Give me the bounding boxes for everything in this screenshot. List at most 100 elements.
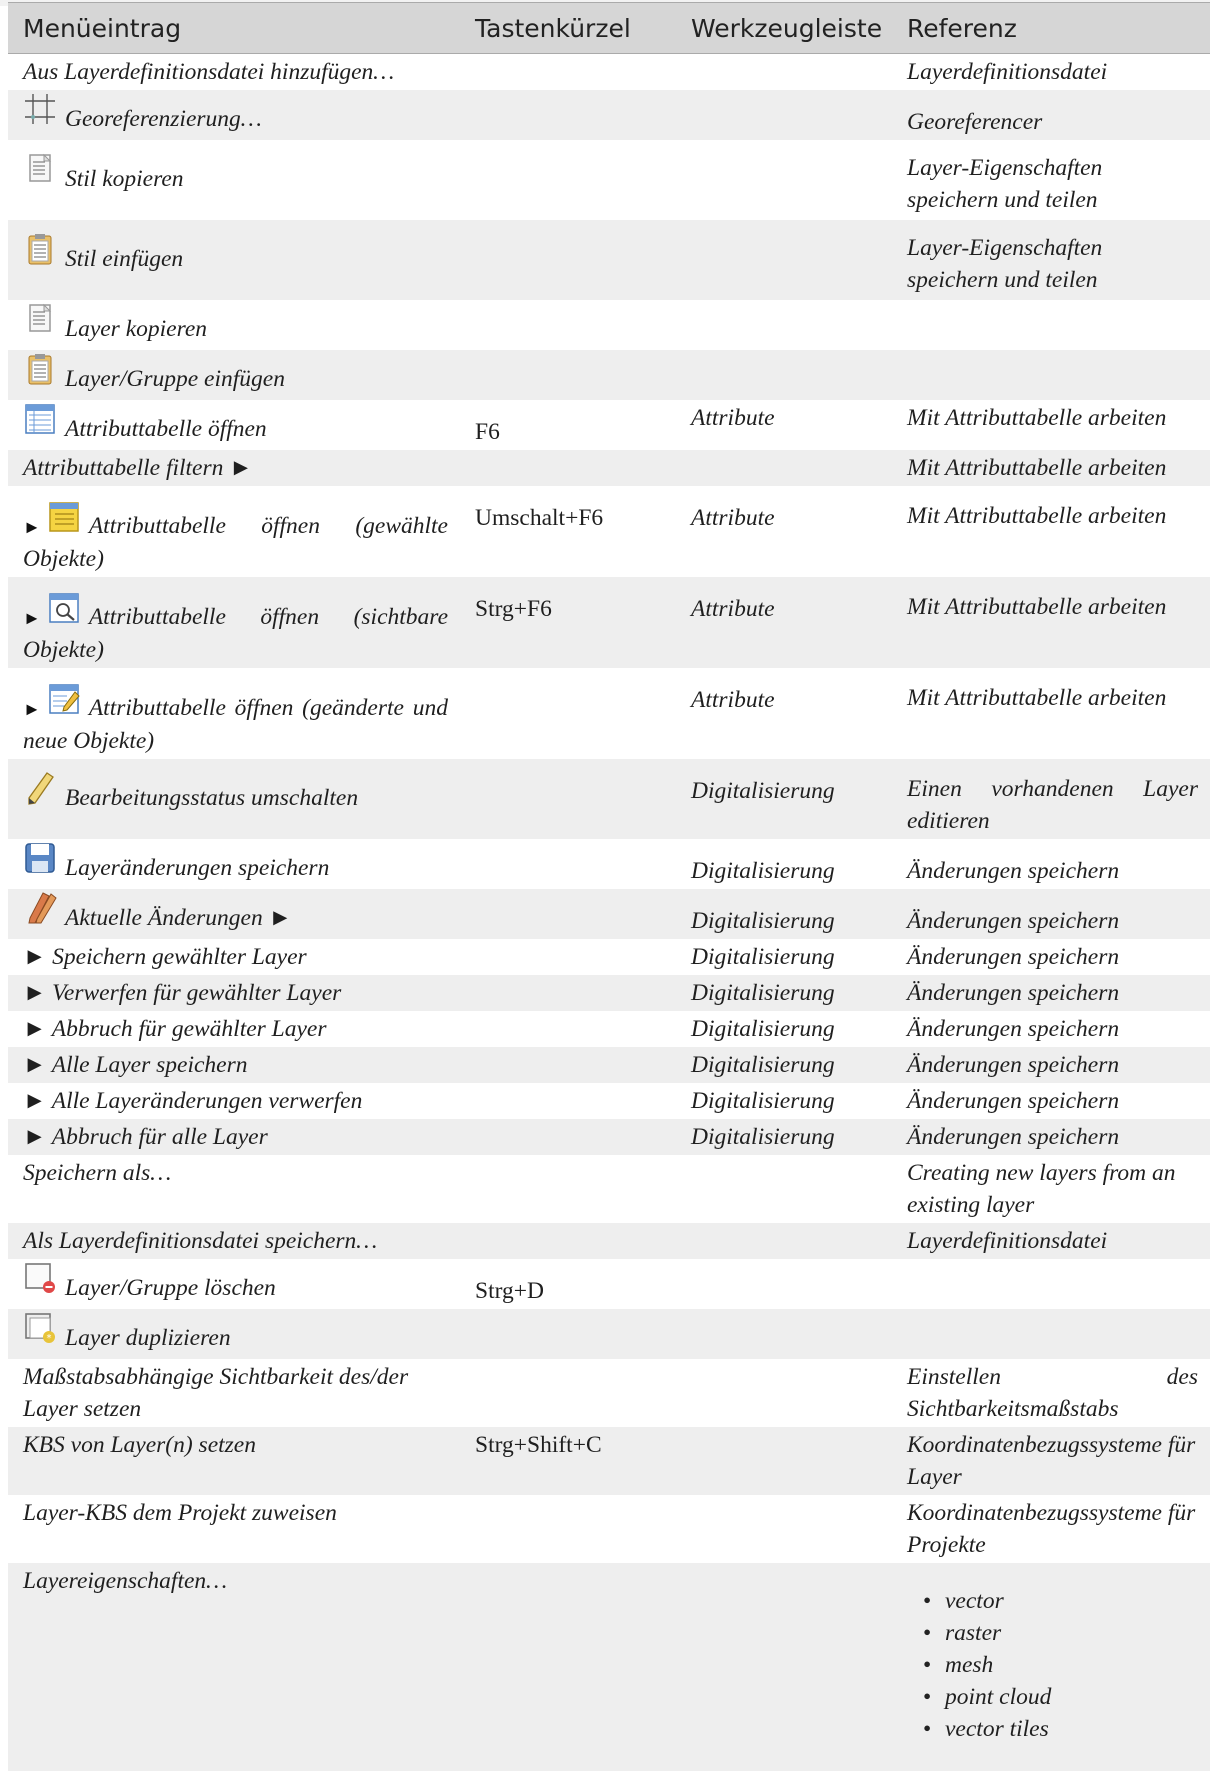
reference-link[interactable]: Mit Attributtabelle arbeiten xyxy=(907,455,1166,481)
menu-entry-label: ► Alle Layer speichern xyxy=(23,1052,248,1078)
reference-link[interactable]: Änderungen speichern xyxy=(907,1052,1119,1078)
reference-link[interactable]: Layerdefinitionsdatei xyxy=(907,59,1107,85)
reference-link[interactable]: vector xyxy=(923,1585,1198,1617)
cell-reference: Mit Attributtabelle arbeiten xyxy=(892,400,1210,450)
cell-menu-entry: Stil kopieren xyxy=(8,140,460,220)
cell-menu-entry: Stil einfügen xyxy=(8,220,460,300)
cell-toolbar: Digitalisierung xyxy=(676,975,892,1011)
reference-link[interactable]: Mit Attributtabelle arbeiten xyxy=(907,405,1166,431)
cell-toolbar xyxy=(676,1563,892,1771)
reference-link[interactable]: Koordinatenbezugssysteme für Projekte xyxy=(907,1500,1195,1558)
cell-shortcut xyxy=(460,839,676,889)
reference-link[interactable]: Änderungen speichern xyxy=(907,980,1119,1006)
cell-toolbar: Digitalisierung xyxy=(676,1011,892,1047)
reference-link[interactable]: Änderungen speichern xyxy=(907,1088,1119,1114)
reference-link[interactable]: Layer-Eigenschaften speichern und teilen xyxy=(907,235,1102,293)
cell-menu-entry: Layer kopieren xyxy=(8,300,460,350)
reference-link[interactable]: Koordinatenbezugssysteme für Layer xyxy=(907,1432,1195,1490)
cell-reference: Layerdefinitionsdatei xyxy=(892,53,1210,90)
cell-reference: Layer-Eigenschaften speichern und teilen xyxy=(892,140,1210,220)
cell-reference: Änderungen speichern xyxy=(892,1083,1210,1119)
cell-shortcut xyxy=(460,1359,676,1427)
cell-menu-entry: Layer/Gruppe löschen xyxy=(8,1259,460,1309)
header-menu-entry: Menüeintrag xyxy=(8,2,460,54)
cell-reference: Mit Attributtabelle arbeiten xyxy=(892,577,1210,668)
reference-link[interactable]: raster xyxy=(923,1617,1198,1649)
attribute-table-edited-icon xyxy=(47,682,81,725)
menu-entry-label: Layer-KBS dem Projekt zuweisen xyxy=(23,1500,337,1526)
cell-toolbar: Attribute xyxy=(676,577,892,668)
cell-toolbar xyxy=(676,140,892,220)
cell-menu-entry: ► Abbruch für alle Layer xyxy=(8,1119,460,1155)
cell-toolbar: Attribute xyxy=(676,486,892,577)
paste-style-icon xyxy=(23,232,57,275)
copy-layer-icon xyxy=(23,302,57,345)
document-page: Menüeintrag Tastenkürzel Werkzeugleiste … xyxy=(0,0,1210,1771)
cell-shortcut xyxy=(460,668,676,759)
reference-link[interactable]: Creating new layers from an existing lay… xyxy=(907,1160,1176,1218)
cell-menu-entry: ► Alle Layer speichern xyxy=(8,1047,460,1083)
menu-entry-label: Layereigenschaften… xyxy=(23,1568,228,1594)
table-row: ► Attributtabelle öffnen (sichtbare Objek… xyxy=(8,577,1210,668)
table-row: Attributtabelle filtern ► Mit Attributtab… xyxy=(8,450,1210,486)
reference-link[interactable]: Mit Attributtabelle arbeiten xyxy=(907,503,1166,529)
reference-link[interactable]: Layerdefinitionsdatei xyxy=(907,1228,1107,1254)
cell-shortcut xyxy=(460,1155,676,1223)
cell-toolbar xyxy=(676,1155,892,1223)
menu-entry-label: Layer kopieren xyxy=(65,316,208,342)
menu-entry-label: Layeränderungen speichern xyxy=(65,855,330,881)
cell-toolbar: Attribute xyxy=(676,400,892,450)
cell-menu-entry: Layereigenschaften… xyxy=(8,1563,460,1771)
reference-link[interactable]: point cloud xyxy=(923,1681,1198,1713)
cell-shortcut xyxy=(460,450,676,486)
reference-link[interactable]: Änderungen speichern xyxy=(907,908,1119,934)
reference-link[interactable]: vector tiles xyxy=(923,1713,1198,1745)
cell-shortcut xyxy=(460,220,676,300)
cell-menu-entry: Maßstabsabhängige Sichtbarkeit des/der L… xyxy=(8,1359,460,1427)
reference-link[interactable]: Mit Attributtabelle arbeiten xyxy=(907,594,1166,620)
menu-entry-label: Stil einfügen xyxy=(65,246,184,272)
cell-reference: Änderungen speichern xyxy=(892,1011,1210,1047)
layer-menu-table: Menüeintrag Tastenkürzel Werkzeugleiste … xyxy=(8,2,1210,1771)
reference-link[interactable]: Änderungen speichern xyxy=(907,1124,1119,1150)
cell-toolbar xyxy=(676,1495,892,1563)
cell-reference: Änderungen speichern xyxy=(892,839,1210,889)
cell-menu-entry: Attributtabelle filtern ► xyxy=(8,450,460,486)
reference-link[interactable]: Änderungen speichern xyxy=(907,944,1119,970)
reference-link[interactable]: Layer-Eigenschaften speichern und teilen xyxy=(907,155,1102,213)
cell-toolbar: Digitalisierung xyxy=(676,1047,892,1083)
cell-reference: Koordinatenbezugssysteme für Projekte xyxy=(892,1495,1210,1563)
menu-entry-label: Als Layerdefinitionsdatei speichern… xyxy=(23,1228,378,1254)
reference-link[interactable]: Einen vorhandenen Layer editieren xyxy=(907,776,1198,834)
save-edits-icon xyxy=(23,841,57,884)
cell-reference: Layerdefinitionsdatei xyxy=(892,1223,1210,1259)
reference-link[interactable]: Einstellen des Sichtbarkeitsmaßstabs xyxy=(907,1364,1198,1422)
menu-entry-label: Aktuelle Änderungen ► xyxy=(65,905,292,931)
menu-entry-label: ► Verwerfen für gewählter Layer xyxy=(23,980,342,1006)
reference-link[interactable]: Änderungen speichern xyxy=(907,1016,1119,1042)
attribute-table-icon xyxy=(23,402,57,445)
table-row: ► Verwerfen für gewählter Layer Digitalis… xyxy=(8,975,1210,1011)
cell-toolbar: Digitalisierung xyxy=(676,1119,892,1155)
menu-entry-label: ► Abbruch für alle Layer xyxy=(23,1124,268,1150)
table-row: Attributtabelle öffnen F6 Attribute Mit Att… xyxy=(8,400,1210,450)
cell-toolbar: Digitalisierung xyxy=(676,839,892,889)
cell-reference: Koordinatenbezugssysteme für Layer xyxy=(892,1427,1210,1495)
duplicate-layer-icon: * xyxy=(23,1311,57,1354)
copy-style-icon xyxy=(23,152,57,195)
reference-link[interactable]: mesh xyxy=(923,1649,1198,1681)
cell-shortcut: Strg+F6 xyxy=(460,577,676,668)
cell-menu-entry: Layer/Gruppe einfügen xyxy=(8,350,460,400)
reference-link[interactable]: Änderungen speichern xyxy=(907,858,1119,884)
cell-toolbar xyxy=(676,450,892,486)
reference-link[interactable]: Mit Attributtabelle arbeiten xyxy=(907,685,1166,711)
table-row: ► Abbruch für gewählter Layer Digitalisie… xyxy=(8,1011,1210,1047)
menu-entry-label: Aus Layerdefinitionsdatei hinzufügen… xyxy=(23,59,395,85)
reference-link[interactable]: Georeferencer xyxy=(907,109,1042,135)
table-row: Aus Layerdefinitionsdatei hinzufügen… Lay… xyxy=(8,53,1210,90)
cell-toolbar xyxy=(676,300,892,350)
cell-shortcut xyxy=(460,90,676,140)
cell-menu-entry: ► Attributtabelle öffnen (sichtbare Objek… xyxy=(8,577,460,668)
cell-reference: Änderungen speichern xyxy=(892,939,1210,975)
current-edits-icon xyxy=(23,891,57,934)
